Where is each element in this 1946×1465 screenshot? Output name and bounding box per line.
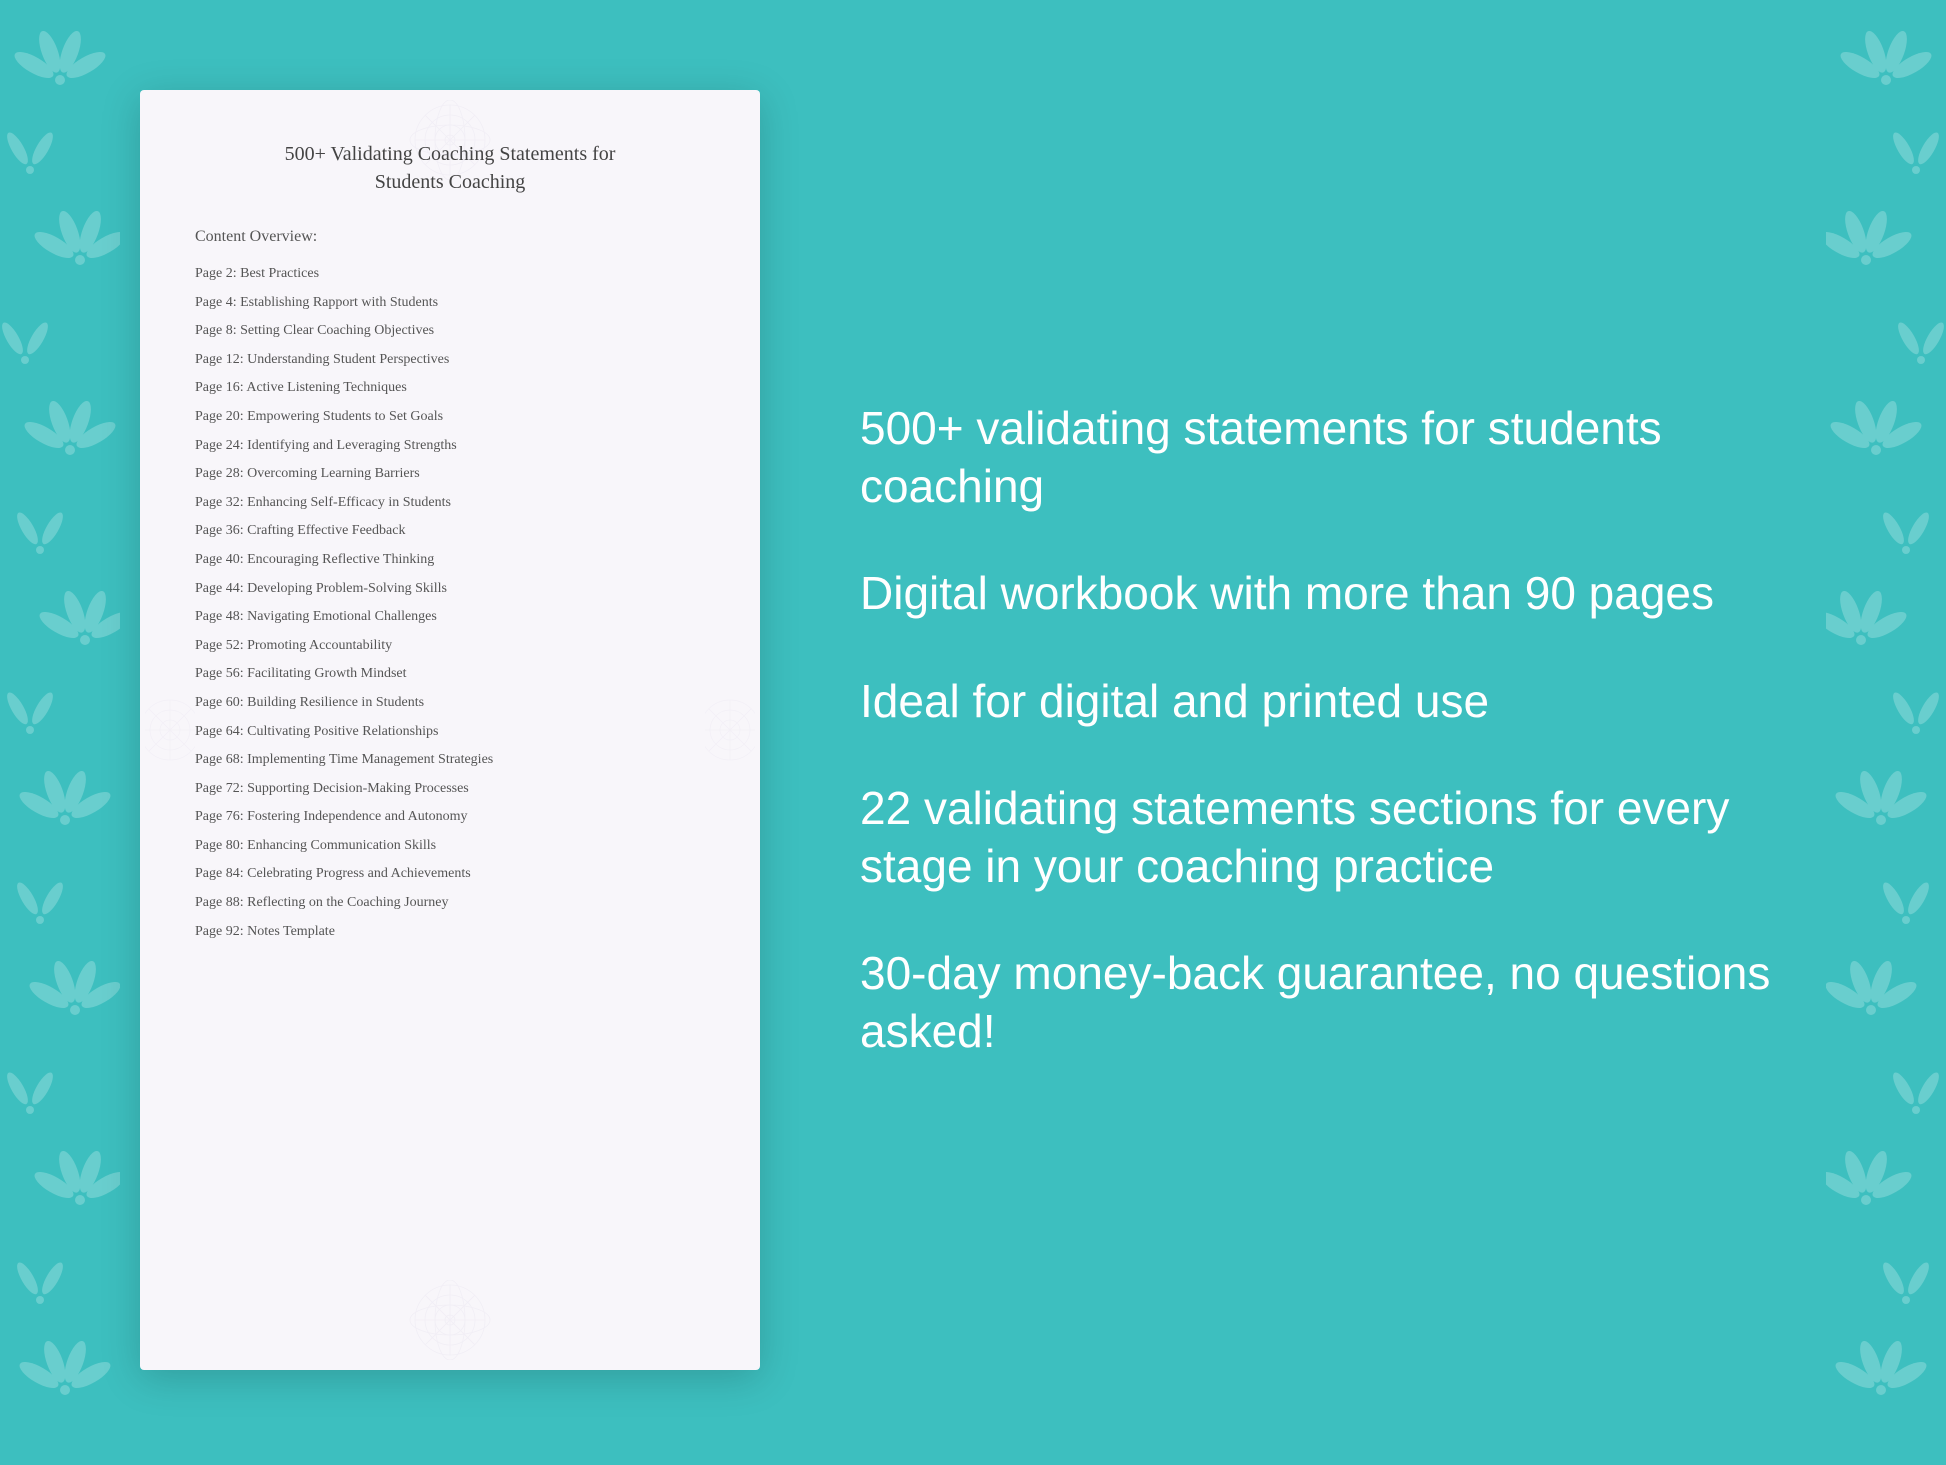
- document-title: 500+ Validating Coaching Statements for …: [195, 140, 705, 196]
- toc-page-number: Page 92:: [195, 924, 244, 939]
- toc-page-number: Page 48:: [195, 609, 244, 624]
- content-overview-label: Content Overview:: [195, 228, 705, 246]
- toc-item: Page 28: Overcoming Learning Barriers: [195, 464, 705, 484]
- toc-item: Page 56: Facilitating Growth Mindset: [195, 664, 705, 684]
- table-of-contents: Page 2: Best Practices Page 4: Establishi…: [195, 264, 705, 941]
- toc-item: Page 8: Setting Clear Coaching Objective…: [195, 321, 705, 341]
- toc-item: Page 48: Navigating Emotional Challenges: [195, 607, 705, 627]
- info-text-3: 22 validating statements sections for ev…: [860, 780, 1806, 895]
- toc-page-number: Page 12:: [195, 352, 244, 367]
- toc-item: Page 44: Developing Problem-Solving Skil…: [195, 579, 705, 599]
- toc-item: Page 4: Establishing Rapport with Studen…: [195, 293, 705, 313]
- floral-decoration-left: [0, 0, 120, 1460]
- info-block-0: 500+ validating statements for students …: [860, 400, 1806, 515]
- toc-page-number: Page 76:: [195, 809, 244, 824]
- toc-item: Page 16: Active Listening Techniques: [195, 378, 705, 398]
- toc-item: Page 52: Promoting Accountability: [195, 636, 705, 656]
- mandala-side-left: [145, 630, 195, 830]
- toc-item: Page 92: Notes Template: [195, 922, 705, 942]
- info-block-1: Digital workbook with more than 90 pages: [860, 565, 1806, 623]
- info-panel: 500+ validating statements for students …: [760, 340, 1886, 1120]
- toc-page-number: Page 80:: [195, 838, 244, 853]
- info-block-3: 22 validating statements sections for ev…: [860, 780, 1806, 895]
- toc-page-number: Page 8:: [195, 323, 237, 338]
- toc-page-number: Page 28:: [195, 466, 244, 481]
- toc-item: Page 20: Empowering Students to Set Goal…: [195, 407, 705, 427]
- mandala-side-right: [705, 630, 755, 830]
- toc-page-number: Page 40:: [195, 552, 244, 567]
- toc-page-number: Page 56:: [195, 666, 244, 681]
- toc-page-number: Page 36:: [195, 523, 244, 538]
- toc-page-number: Page 60:: [195, 695, 244, 710]
- toc-item: Page 72: Supporting Decision-Making Proc…: [195, 779, 705, 799]
- toc-page-number: Page 4:: [195, 295, 237, 310]
- toc-page-number: Page 44:: [195, 581, 244, 596]
- toc-item: Page 32: Enhancing Self-Efficacy in Stud…: [195, 493, 705, 513]
- toc-item: Page 80: Enhancing Communication Skills: [195, 836, 705, 856]
- toc-item: Page 40: Encouraging Reflective Thinking: [195, 550, 705, 570]
- info-text-4: 30-day money-back guarantee, no question…: [860, 945, 1806, 1060]
- toc-page-number: Page 24:: [195, 438, 244, 453]
- toc-page-number: Page 16:: [195, 380, 244, 395]
- toc-page-number: Page 20:: [195, 409, 244, 424]
- toc-page-number: Page 84:: [195, 866, 244, 881]
- info-block-2: Ideal for digital and printed use: [860, 673, 1806, 731]
- toc-item: Page 64: Cultivating Positive Relationsh…: [195, 722, 705, 742]
- info-text-0: 500+ validating statements for students …: [860, 400, 1806, 515]
- toc-page-number: Page 64:: [195, 724, 244, 739]
- info-text-1: Digital workbook with more than 90 pages: [860, 565, 1806, 623]
- toc-item: Page 60: Building Resilience in Students: [195, 693, 705, 713]
- toc-item: Page 84: Celebrating Progress and Achiev…: [195, 864, 705, 884]
- toc-item: Page 76: Fostering Independence and Auto…: [195, 807, 705, 827]
- info-block-4: 30-day money-back guarantee, no question…: [860, 945, 1806, 1060]
- toc-item: Page 68: Implementing Time Management St…: [195, 750, 705, 770]
- mandala-bottom-decoration: [340, 1280, 560, 1360]
- info-text-2: Ideal for digital and printed use: [860, 673, 1806, 731]
- toc-item: Page 2: Best Practices: [195, 264, 705, 284]
- toc-page-number: Page 72:: [195, 781, 244, 796]
- toc-page-number: Page 68:: [195, 752, 244, 767]
- toc-item: Page 24: Identifying and Leveraging Stre…: [195, 436, 705, 456]
- toc-item: Page 12: Understanding Student Perspecti…: [195, 350, 705, 370]
- toc-page-number: Page 52:: [195, 638, 244, 653]
- toc-page-number: Page 2:: [195, 266, 237, 281]
- toc-page-number: Page 32:: [195, 495, 244, 510]
- toc-item: Page 36: Crafting Effective Feedback: [195, 521, 705, 541]
- document-card: 500+ Validating Coaching Statements for …: [140, 90, 760, 1370]
- toc-item: Page 88: Reflecting on the Coaching Jour…: [195, 893, 705, 913]
- toc-page-number: Page 88:: [195, 895, 244, 910]
